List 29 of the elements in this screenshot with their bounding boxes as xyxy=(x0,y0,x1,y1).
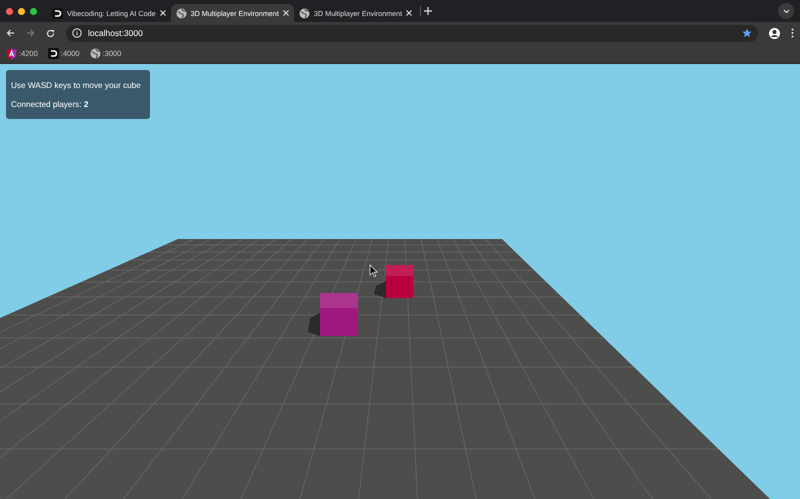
close-tab-icon[interactable] xyxy=(282,10,289,16)
chevron-down-icon xyxy=(782,8,790,14)
address-text: localhost:3000 xyxy=(88,28,144,38)
globe-icon xyxy=(298,8,310,18)
maximize-window-icon[interactable] xyxy=(30,8,37,14)
instruction-text: Use WASD keys to move your cube xyxy=(11,81,142,90)
profile-icon[interactable] xyxy=(769,28,780,38)
shield-icon xyxy=(6,48,17,60)
cube-shadow xyxy=(374,281,386,298)
reload-icon[interactable] xyxy=(46,28,55,38)
minimize-window-icon[interactable] xyxy=(18,8,25,14)
mouse-cursor-icon xyxy=(370,264,378,278)
logo-icon xyxy=(48,48,59,59)
info-icon[interactable] xyxy=(72,28,82,38)
close-tab-icon[interactable] xyxy=(406,10,412,16)
back-arrow-icon[interactable] xyxy=(6,29,15,37)
globe-icon xyxy=(90,48,101,59)
new-tab-icon[interactable] xyxy=(424,7,432,15)
tab-search-button[interactable] xyxy=(778,3,794,19)
address-bar[interactable]: localhost:3000 xyxy=(66,24,758,42)
menu-icon[interactable] xyxy=(791,28,794,38)
forward-arrow-icon[interactable] xyxy=(26,29,35,37)
logo-icon xyxy=(52,8,63,18)
close-window-icon[interactable] xyxy=(6,8,13,14)
player-count-text: Connected players: 2 xyxy=(11,100,90,109)
close-tab-icon[interactable] xyxy=(160,10,166,16)
cube-shadow xyxy=(308,313,320,336)
bookmark-star-icon[interactable] xyxy=(742,28,752,38)
globe-icon xyxy=(176,8,187,18)
